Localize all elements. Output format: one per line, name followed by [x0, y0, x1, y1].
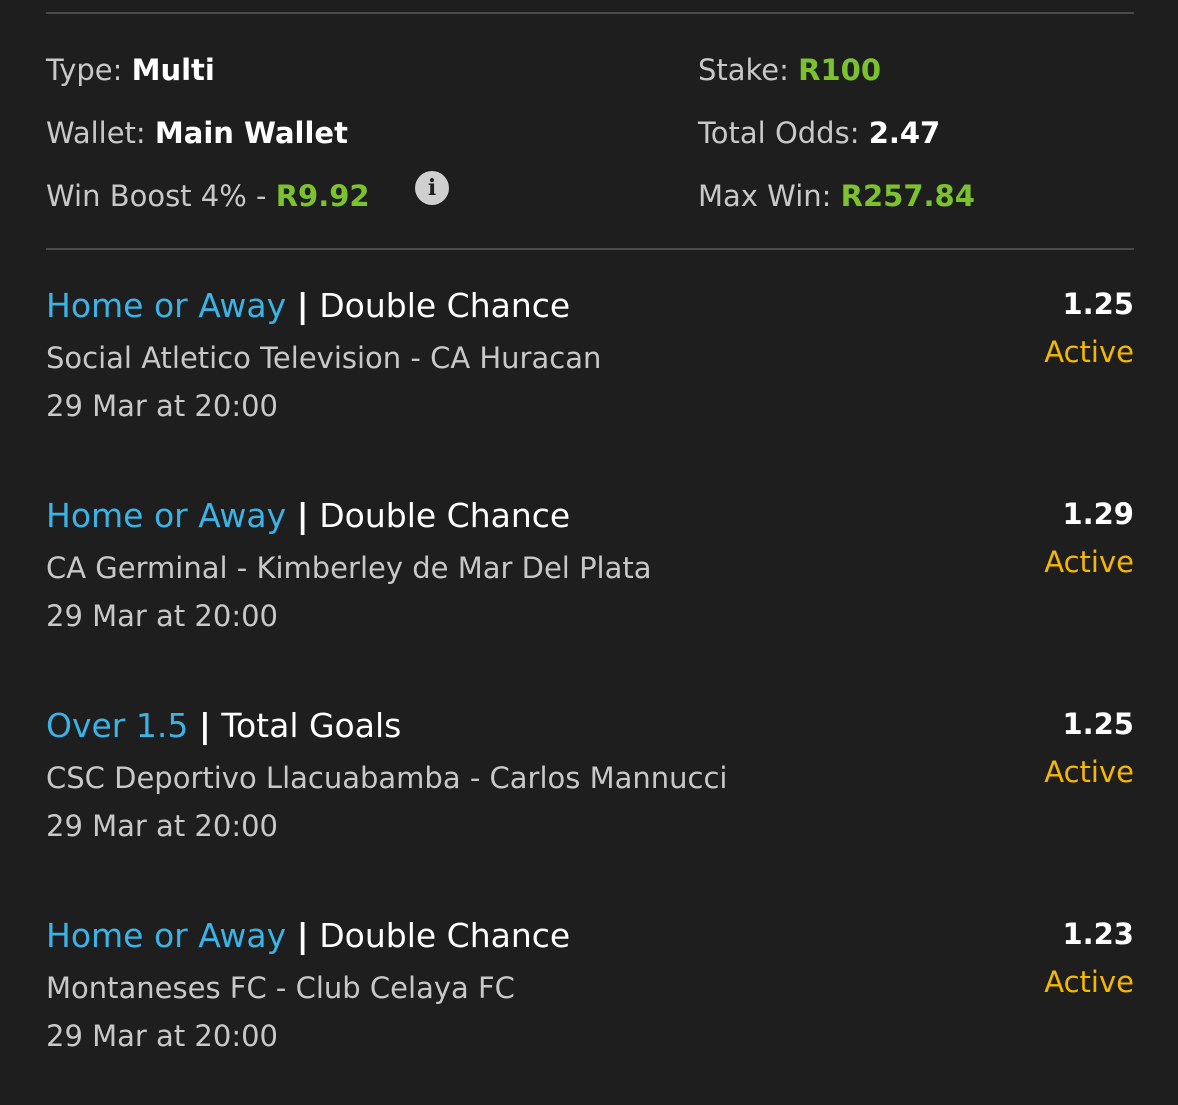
selection-match: CSC Deportivo Llacuabamba - Carlos Mannu… — [46, 761, 728, 795]
win-boost-row: Win Boost 4% - R9.92 i — [46, 171, 466, 214]
win-boost-value: R9.92 — [275, 179, 370, 213]
selection-title: Home or Away | Double Chance — [46, 496, 570, 536]
title-separator: | — [296, 496, 309, 535]
selection-status: Active — [1044, 755, 1134, 789]
max-win-row: Max Win: R257.84 — [698, 178, 975, 214]
selection-pick: Over 1.5 — [46, 706, 189, 745]
bet-type-value: Multi — [131, 53, 215, 87]
wallet-label: Wallet: — [46, 116, 146, 150]
stake-value: R100 — [798, 53, 882, 87]
selection-status: Active — [1044, 965, 1134, 999]
info-icon[interactable]: i — [415, 171, 449, 205]
selection-match: Montaneses FC - Club Celaya FC — [46, 971, 515, 1005]
title-separator: | — [296, 286, 309, 325]
win-boost-label: Win Boost 4% - — [46, 179, 267, 213]
selection-odds: 1.29 — [1062, 497, 1134, 531]
selection-match: CA Germinal - Kimberley de Mar Del Plata — [46, 551, 652, 585]
wallet-row: Wallet: Main Wallet — [46, 115, 348, 151]
total-odds-label: Total Odds: — [698, 116, 860, 150]
selection-title: Home or Away | Double Chance — [46, 286, 570, 326]
selection-market: Total Goals — [221, 706, 402, 745]
selection-market: Double Chance — [319, 496, 571, 535]
wallet-value: Main Wallet — [154, 116, 348, 150]
selection-item[interactable]: Home or Away | Double Chance Social Atle… — [46, 286, 1134, 426]
total-odds-row: Total Odds: 2.47 — [698, 115, 940, 151]
selection-odds: 1.23 — [1062, 917, 1134, 951]
selection-status: Active — [1044, 335, 1134, 369]
stake-row: Stake: R100 — [698, 52, 881, 88]
max-win-label: Max Win: — [698, 179, 832, 213]
selection-item[interactable]: Home or Away | Double Chance CA Germinal… — [46, 496, 1134, 636]
title-separator: | — [198, 706, 211, 745]
bet-type-row: Type: Multi — [46, 52, 215, 88]
selection-time: 29 Mar at 20:00 — [46, 389, 278, 423]
stake-label: Stake: — [698, 53, 789, 87]
selection-pick: Home or Away — [46, 496, 287, 535]
selection-odds: 1.25 — [1062, 707, 1134, 741]
max-win-value: R257.84 — [840, 179, 975, 213]
selection-time: 29 Mar at 20:00 — [46, 809, 278, 843]
title-separator: | — [296, 916, 309, 955]
selection-odds: 1.25 — [1062, 287, 1134, 321]
selection-market: Double Chance — [319, 286, 571, 325]
selection-time: 29 Mar at 20:00 — [46, 1019, 278, 1053]
selection-time: 29 Mar at 20:00 — [46, 599, 278, 633]
selection-title: Home or Away | Double Chance — [46, 916, 570, 956]
selection-status: Active — [1044, 545, 1134, 579]
selection-market: Double Chance — [319, 916, 571, 955]
selection-title: Over 1.5 | Total Goals — [46, 706, 401, 746]
top-divider — [46, 12, 1134, 14]
total-odds-value: 2.47 — [868, 116, 941, 150]
bet-type-label: Type: — [46, 53, 123, 87]
selection-pick: Home or Away — [46, 916, 287, 955]
selection-item[interactable]: Over 1.5 | Total Goals CSC Deportivo Lla… — [46, 706, 1134, 846]
selection-match: Social Atletico Television - CA Huracan — [46, 341, 602, 375]
summary-divider — [46, 248, 1134, 250]
selection-item[interactable]: Home or Away | Double Chance Montaneses … — [46, 916, 1134, 1056]
selection-pick: Home or Away — [46, 286, 287, 325]
